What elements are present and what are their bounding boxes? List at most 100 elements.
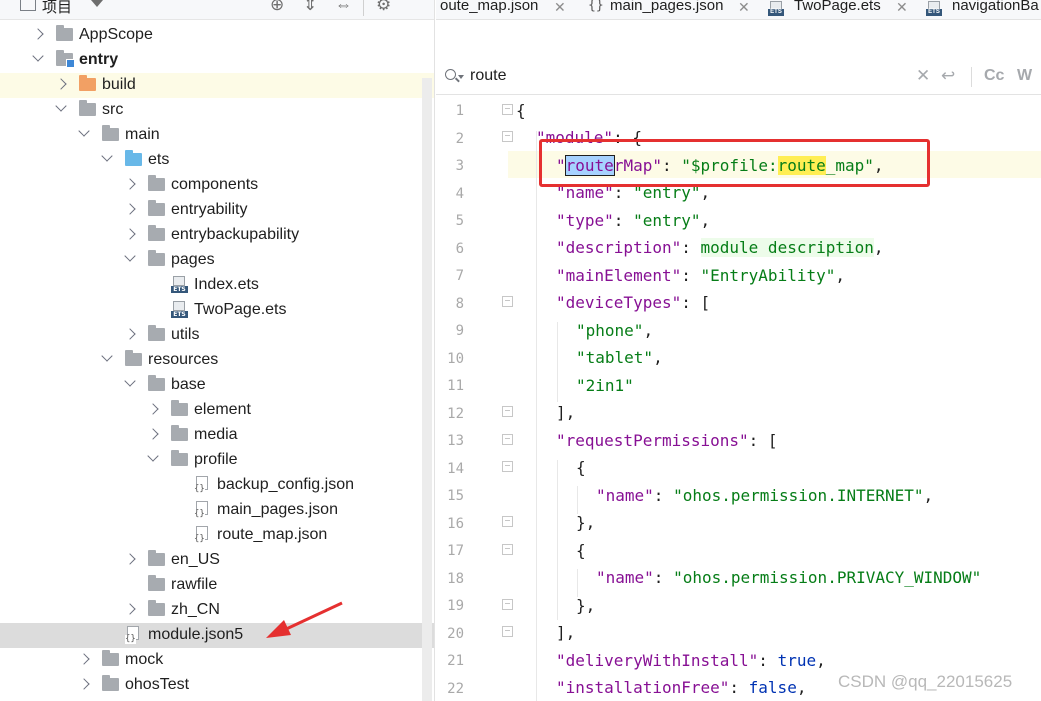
tree-item-components[interactable]: components	[0, 173, 434, 198]
tree-item-base[interactable]: base	[0, 373, 434, 398]
editor-tab-bar: oute_map.json ✕ {} main_pages.json ✕ ETS…	[436, 0, 1041, 20]
fold-marker-icon[interactable]	[502, 434, 513, 445]
chevron-down-icon[interactable]	[91, 0, 103, 7]
tree-item-label: module.json5	[148, 626, 244, 643]
fold-marker-icon[interactable]	[502, 131, 513, 142]
tree-item-entry[interactable]: entry	[0, 48, 434, 73]
chevron-right-icon[interactable]	[124, 178, 136, 190]
tree-item-en-us[interactable]: en_US	[0, 548, 434, 573]
folder-icon	[148, 600, 165, 616]
tree-item-rawfile[interactable]: rawfile	[0, 573, 434, 598]
search-icon[interactable]	[445, 69, 456, 80]
tree-item-label: ohosTest	[125, 676, 190, 693]
folder-icon	[148, 575, 165, 591]
fold-marker-icon[interactable]	[502, 104, 513, 115]
chevron-right-icon[interactable]	[124, 603, 136, 615]
tree-item-zh-cn[interactable]: zh_CN	[0, 598, 434, 623]
gear-icon[interactable]: ⚙	[376, 0, 391, 15]
tree-item-label: media	[194, 426, 238, 443]
chevron-right-icon[interactable]	[124, 553, 136, 565]
search-history-caret-icon[interactable]	[458, 75, 464, 79]
close-icon[interactable]: ✕	[738, 0, 750, 17]
tab-twopage-ets[interactable]: ETS TwoPage.ets ✕	[768, 0, 918, 19]
tab-navigationba[interactable]: ETS navigationBa	[926, 0, 1041, 19]
locate-icon[interactable]: ⊕	[270, 0, 284, 15]
chevron-right-icon[interactable]	[124, 203, 136, 215]
chevron-right-icon[interactable]	[147, 403, 159, 415]
code-line-11: "2in1"	[576, 376, 634, 395]
chevron-down-icon[interactable]	[124, 375, 136, 387]
close-icon[interactable]: ✕	[896, 0, 908, 17]
tree-item-twopage-ets[interactable]: ETS TwoPage.ets	[0, 298, 434, 323]
tree-item-mock[interactable]: mock	[0, 648, 434, 673]
chevron-right-icon[interactable]	[124, 228, 136, 240]
tree-item-route-map-json[interactable]: {} route_map.json	[0, 523, 434, 548]
fold-marker-icon[interactable]	[502, 296, 513, 307]
tree-item-label: entryability	[171, 201, 248, 218]
tree-item-label: utils	[171, 326, 200, 343]
match-case-button[interactable]: Cc	[984, 65, 1004, 87]
tree-item-label: en_US	[171, 551, 220, 568]
tree-item-resources[interactable]: resources	[0, 348, 434, 373]
tree-item-appscope[interactable]: AppScope	[0, 23, 434, 48]
tree-item-index-ets[interactable]: ETS Index.ets	[0, 273, 434, 298]
fold-marker-icon[interactable]	[502, 516, 513, 527]
chevron-right-icon[interactable]	[78, 653, 90, 665]
tree-item-backup-config-json[interactable]: {} backup_config.json	[0, 473, 434, 498]
tree-item-pages[interactable]: pages	[0, 248, 434, 273]
tree-item-entryability[interactable]: entryability	[0, 198, 434, 223]
tree-item-element[interactable]: element	[0, 398, 434, 423]
tree-item-label: TwoPage.ets	[194, 301, 287, 318]
indent-guide	[557, 322, 558, 402]
chevron-down-icon[interactable]	[124, 250, 136, 262]
fold-marker-icon[interactable]	[502, 626, 513, 637]
tree-item-entrybackupability[interactable]: entrybackupability	[0, 223, 434, 248]
chevron-down-icon[interactable]	[78, 125, 90, 137]
chevron-down-icon[interactable]	[32, 50, 44, 62]
chevron-right-icon[interactable]	[32, 28, 44, 40]
fold-marker-icon[interactable]	[502, 406, 513, 417]
collapse-all-icon[interactable]: ⇔	[335, 0, 352, 15]
chevron-right-icon[interactable]	[55, 78, 67, 90]
folder-icon	[148, 375, 165, 391]
folder-icon	[148, 250, 165, 266]
project-view-title[interactable]: 项目	[42, 0, 72, 17]
chevron-right-icon[interactable]	[124, 328, 136, 340]
tree-item-media[interactable]: media	[0, 423, 434, 448]
tree-item-main[interactable]: main	[0, 123, 434, 148]
tree-item-main-pages-json[interactable]: {} main_pages.json	[0, 498, 434, 523]
search-history-icon[interactable]: ↩	[941, 65, 955, 87]
tree-item-src[interactable]: src	[0, 98, 434, 123]
line-number: 19	[447, 598, 464, 614]
fold-marker-icon[interactable]	[502, 544, 513, 555]
indent-guide	[557, 460, 558, 620]
search-input[interactable]	[470, 64, 870, 88]
tree-item-build[interactable]: build	[0, 73, 434, 98]
clear-search-icon[interactable]: ✕	[916, 65, 930, 87]
chevron-down-icon[interactable]	[101, 150, 113, 162]
tree-item-ohostest[interactable]: ohosTest	[0, 673, 434, 698]
whole-words-button[interactable]: W	[1017, 65, 1032, 87]
close-icon[interactable]: ✕	[554, 0, 566, 17]
line-number: 13	[447, 433, 464, 449]
tree-item-label: element	[194, 401, 251, 418]
chevron-right-icon[interactable]	[147, 428, 159, 440]
tree-item-profile[interactable]: profile	[0, 448, 434, 473]
code-line-20: ],	[556, 623, 576, 642]
fold-marker-icon[interactable]	[502, 599, 513, 610]
project-scrollbar[interactable]	[422, 78, 432, 701]
tree-item-ets[interactable]: ets	[0, 148, 434, 173]
tree-item-module-json5[interactable]: {} module.json5	[0, 623, 434, 648]
line-number: 1	[455, 103, 464, 119]
find-bar: ✕ ↩ Cc W	[436, 58, 1041, 95]
chevron-down-icon[interactable]	[55, 100, 67, 112]
ets-file-icon: ETS	[171, 301, 188, 318]
tree-item-utils[interactable]: utils	[0, 323, 434, 348]
chevron-down-icon[interactable]	[101, 350, 113, 362]
tab-route-map-json[interactable]: oute_map.json ✕	[436, 0, 576, 19]
tab-main-pages-json[interactable]: {} main_pages.json ✕	[586, 0, 761, 19]
chevron-down-icon[interactable]	[147, 450, 159, 462]
fold-marker-icon[interactable]	[502, 461, 513, 472]
expand-all-icon[interactable]: ⇕	[303, 0, 317, 15]
chevron-right-icon[interactable]	[78, 678, 90, 690]
